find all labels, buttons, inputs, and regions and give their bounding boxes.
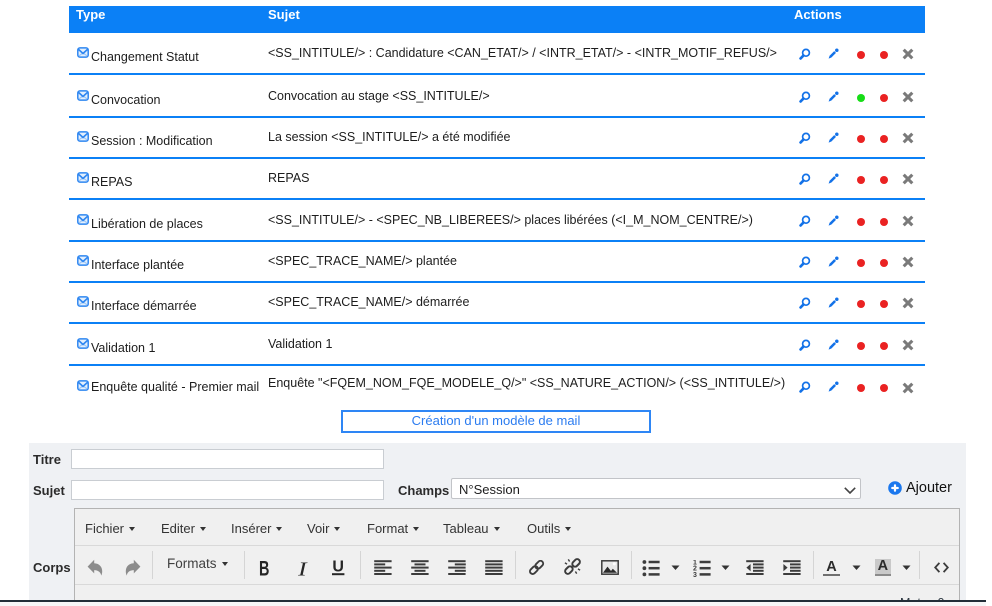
- svg-text:3: 3: [693, 571, 697, 576]
- svg-text:I: I: [296, 558, 307, 577]
- svg-text:U: U: [332, 559, 344, 576]
- svg-text:B: B: [259, 558, 269, 577]
